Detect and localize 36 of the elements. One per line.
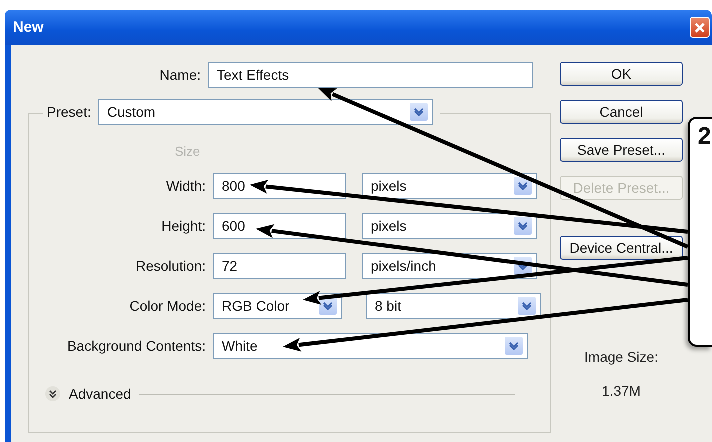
dialog-button[interactable]: Device Central... (560, 236, 683, 260)
dropdown[interactable]: White (213, 333, 528, 359)
chevron-down-icon (518, 182, 528, 190)
chevron-down-icon (323, 302, 333, 310)
image-size-label: Image Size: (584, 349, 658, 365)
image-size-value: 1.37M (602, 383, 641, 399)
dropdown[interactable]: pixels (362, 213, 537, 239)
dropdown[interactable]: pixels (362, 173, 537, 199)
input-field[interactable]: 72 (213, 253, 346, 279)
window-title: New (13, 19, 44, 36)
chevron-down-icon (518, 222, 528, 230)
dropdown[interactable]: RGB Color (213, 293, 342, 319)
field-label: Resolution: (134, 258, 206, 274)
dropdown[interactable]: Custom (98, 99, 434, 125)
input-field[interactable]: 600 (213, 213, 346, 239)
close-button[interactable] (690, 17, 710, 38)
close-icon (694, 22, 706, 34)
chevron-down-icon (518, 262, 528, 270)
dialog-button[interactable]: OK (560, 62, 683, 86)
field-label: Color Mode: (128, 298, 206, 314)
group-label: Size (175, 144, 200, 159)
field-label: Background Contents: (66, 338, 206, 354)
field-label: Name: (158, 67, 201, 83)
chevron-down-icon (509, 342, 519, 350)
dialog-button[interactable]: Cancel (560, 100, 683, 124)
field-label: Preset: (47, 104, 92, 120)
step-number: 2 (698, 123, 712, 151)
field-label: Width: (165, 178, 206, 194)
dropdown[interactable]: 8 bit (366, 293, 541, 319)
advanced-toggle[interactable]: Advanced (45, 386, 132, 402)
chevron-icon (45, 386, 61, 402)
chevron-down-icon (522, 302, 532, 310)
dialog-button[interactable]: Save Preset... (560, 138, 683, 162)
field-label: Height: (160, 218, 206, 234)
input-field[interactable]: Text Effects (208, 62, 533, 88)
chevron-down-icon (414, 108, 424, 116)
